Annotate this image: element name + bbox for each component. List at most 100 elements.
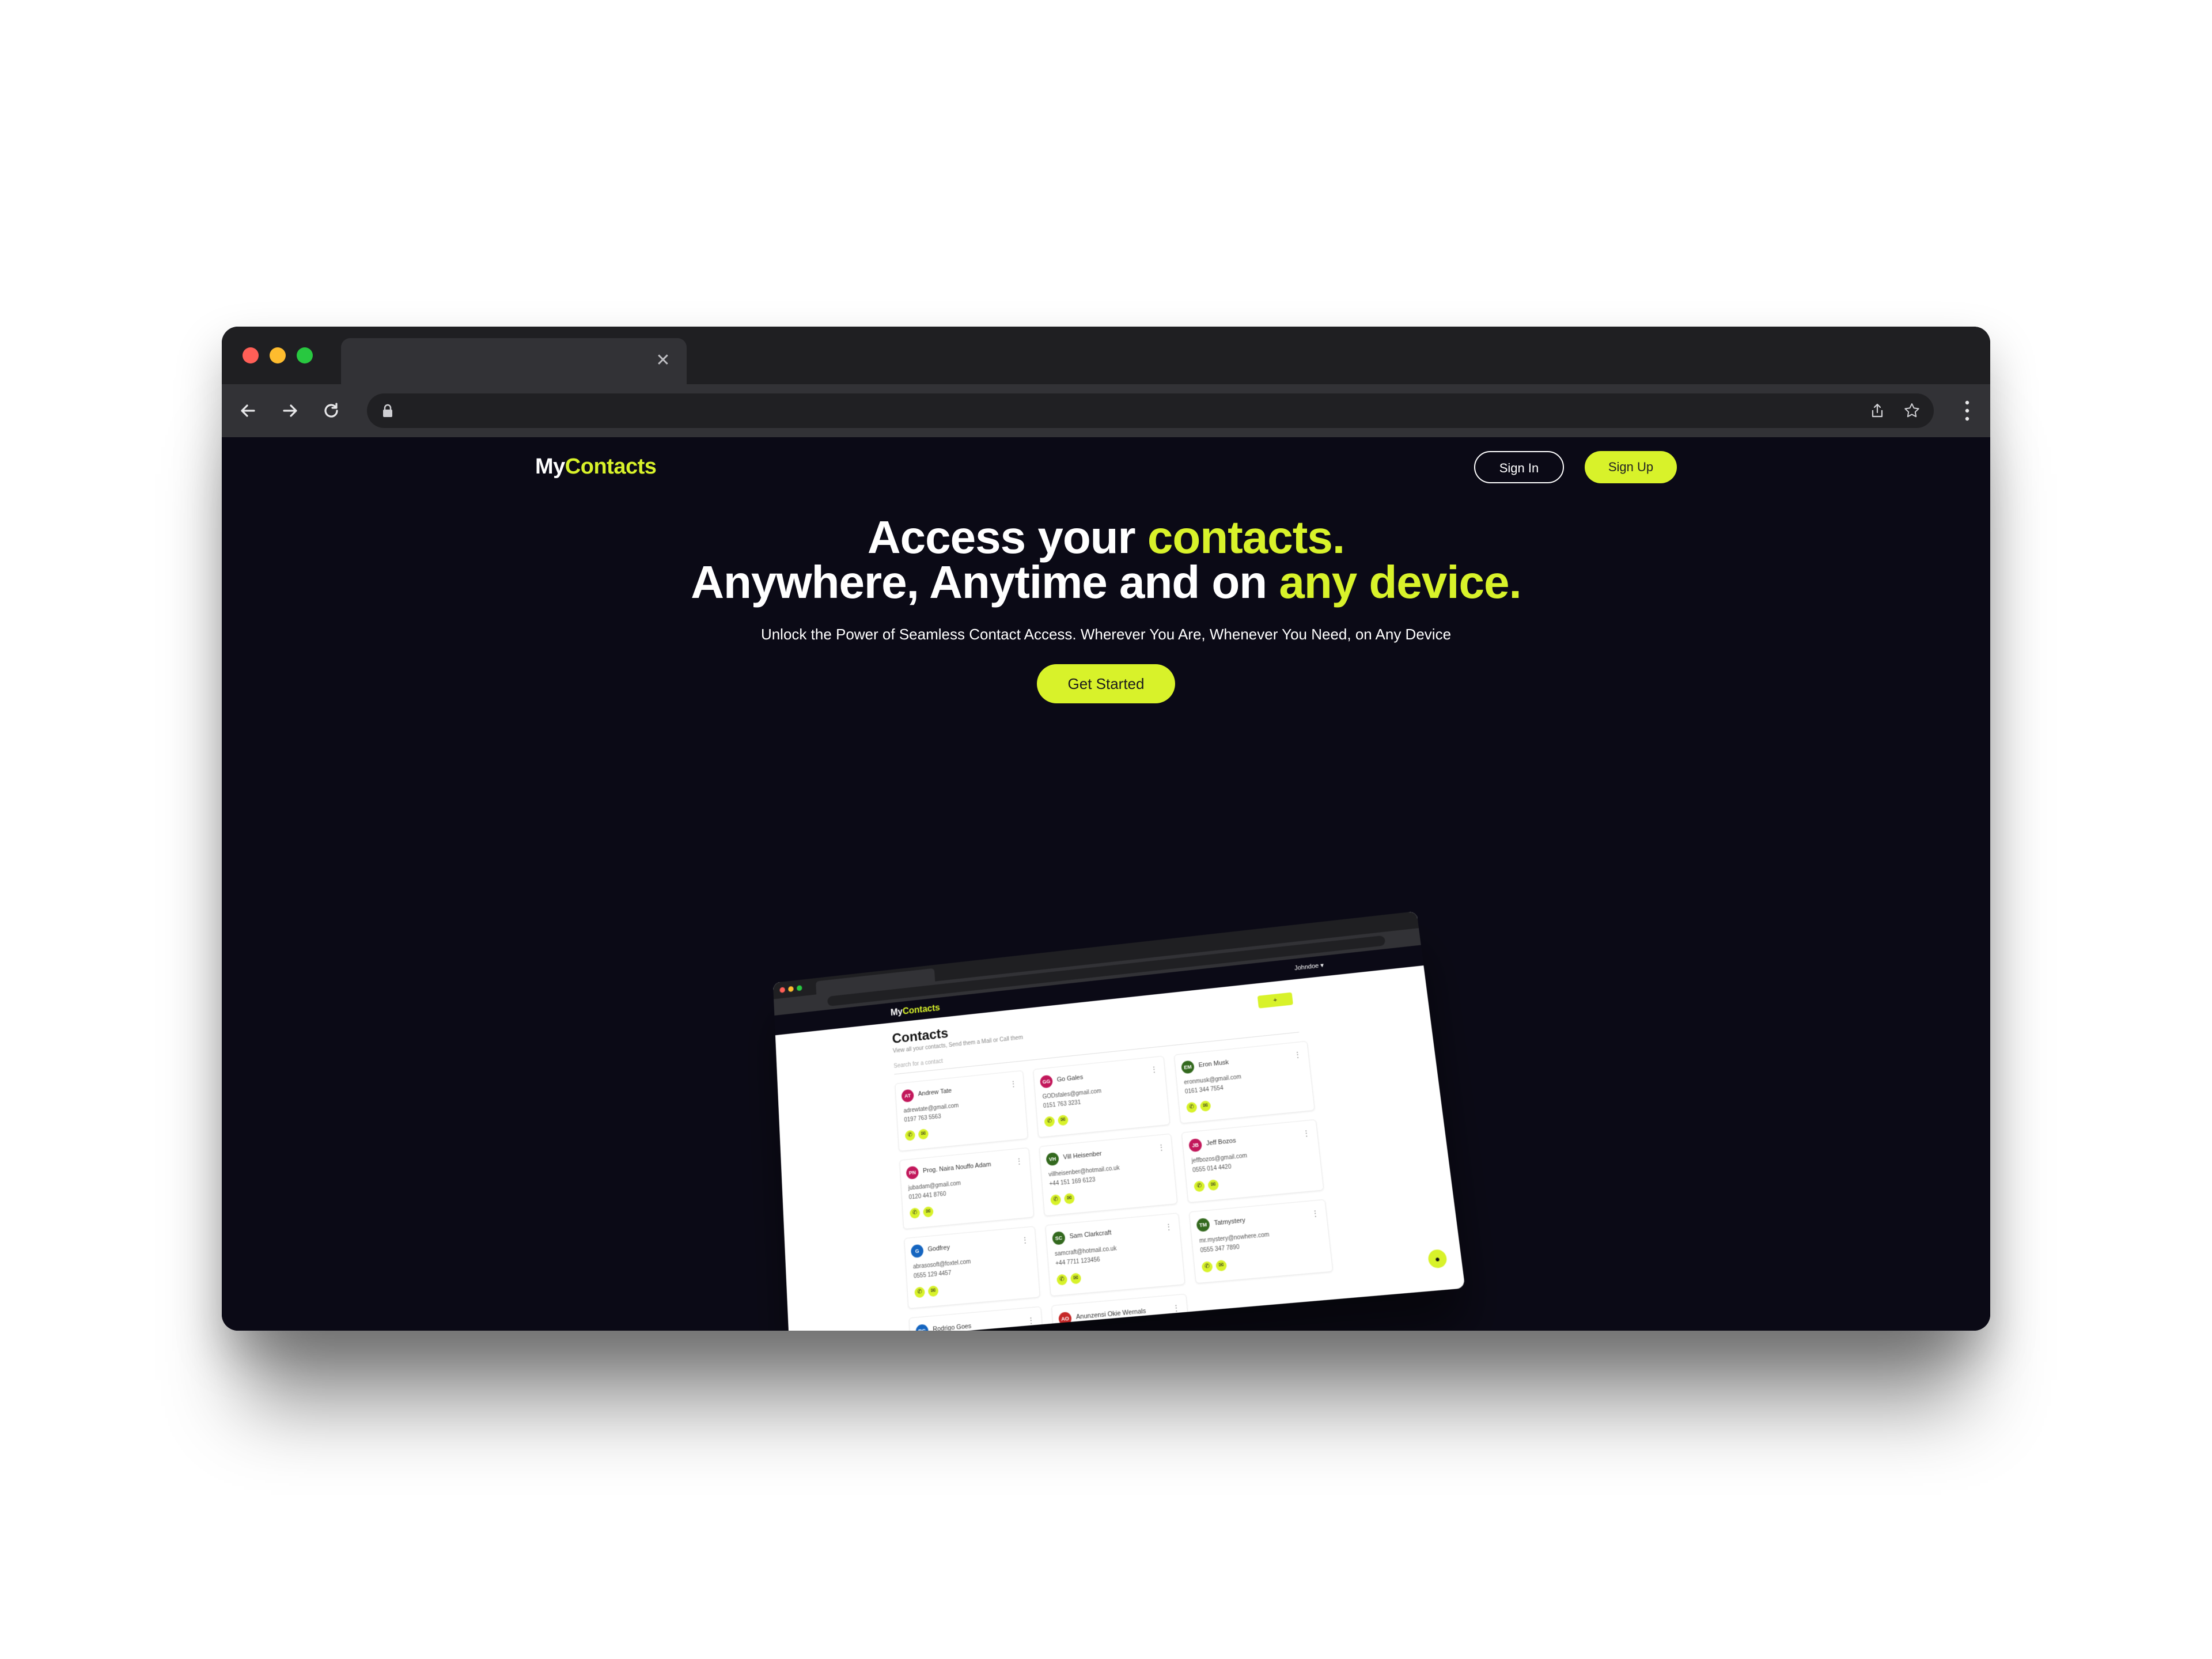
- preview-minimize-dot: [788, 986, 794, 993]
- preview-contact-card: AOAnunzensi Okie Wernals ⋮ okiewernals2019…: [1051, 1293, 1194, 1331]
- contact-name: Godfrey: [927, 1244, 950, 1253]
- avatar: SC: [1052, 1231, 1066, 1245]
- contact-name: Vill Heisenber: [1063, 1150, 1102, 1161]
- mail-icon: ✉: [1199, 1100, 1211, 1112]
- preview-logo-prefix: My: [890, 1007, 903, 1018]
- tab-bar: ✕: [222, 327, 1990, 385]
- contact-name: Jeff Bozos: [1206, 1137, 1237, 1147]
- bookmark-star-icon[interactable]: [1903, 402, 1921, 420]
- mail-icon: ✉: [1057, 1114, 1069, 1126]
- avatar: RG: [915, 1324, 929, 1331]
- preview-close-dot: [779, 987, 786, 993]
- back-arrow-icon[interactable]: [234, 397, 262, 425]
- preview-container: MyContacts Johndoe ▾ Contacts View all y…: [222, 437, 1990, 1331]
- contact-name: Andrew Tate: [918, 1087, 952, 1098]
- browser-tab[interactable]: ✕: [341, 338, 687, 385]
- mail-icon: ✉: [1207, 1179, 1219, 1191]
- kebab-menu-icon: ⋮: [1027, 1316, 1035, 1325]
- preview-fab-icon: ●: [1427, 1248, 1448, 1269]
- address-bar[interactable]: [367, 393, 1934, 428]
- share-icon[interactable]: [1868, 402, 1887, 420]
- avatar: AO: [1058, 1311, 1072, 1326]
- preview-add-button: +: [1257, 992, 1293, 1009]
- preview-contact-card: G Godfrey ⋮ abrasosoft@foxtel.com 0555 129 4…: [904, 1226, 1040, 1309]
- avatar: GG: [1039, 1074, 1054, 1089]
- preview-logo: MyContacts: [891, 1003, 941, 1018]
- contact-name: Go Gales: [1056, 1074, 1084, 1084]
- kebab-menu-icon: ⋮: [1021, 1235, 1029, 1245]
- preview-contact-card: PN Prog. Naira Nouffo Adam ⋮ jubadam@gmail.…: [899, 1147, 1035, 1230]
- contact-name: Eron Musk: [1198, 1059, 1229, 1069]
- maximize-window-dot[interactable]: [297, 347, 313, 363]
- contact-phone: 0120 441 8760: [908, 1191, 946, 1201]
- preview-logo-accent: Contacts: [902, 1003, 941, 1017]
- phone-icon: ✆: [1185, 1101, 1198, 1113]
- contact-email: jeffbozos@gmail.com: [1191, 1153, 1248, 1165]
- preview-contact-card: SC Sam Clarkcraft ⋮ samcraft@hotmail.co.uk +…: [1045, 1213, 1185, 1297]
- phone-icon: ✆: [1050, 1194, 1062, 1206]
- avatar: TM: [1196, 1218, 1210, 1232]
- contact-email: okiewernals2019@gmail.com: [1061, 1325, 1138, 1331]
- kebab-menu-icon[interactable]: [1960, 398, 1974, 423]
- contact-email: abrasosoft@foxtel.com: [912, 1258, 971, 1271]
- contact-phone: 0161 344 7554: [1184, 1085, 1224, 1096]
- contact-email: villheisenber@hotmail.co.uk: [1048, 1165, 1120, 1179]
- phone-icon: ✆: [1044, 1116, 1055, 1127]
- preview-maximize-dot: [796, 985, 802, 991]
- contact-phone: 0555 129 4457: [913, 1270, 952, 1280]
- reload-icon[interactable]: [317, 397, 345, 425]
- preview-contact-card: JB Jeff Bozos ⋮ jeffbozos@gmail.com 0555 014…: [1181, 1119, 1324, 1203]
- kebab-menu-icon: ⋮: [1150, 1065, 1158, 1074]
- contact-name: Rodrigo Goes: [932, 1323, 972, 1331]
- mail-icon: ✉: [1215, 1259, 1228, 1272]
- preview-contact-card: GG Go Gales ⋮ GODsfales@gmail.com 0151 763 3…: [1033, 1055, 1171, 1138]
- preview-contact-card: RGRodrigo Goes⋮rodrigogoes@gmail.com✆✉: [908, 1306, 1047, 1331]
- contact-email: GODsfales@gmail.com: [1042, 1088, 1102, 1101]
- kebab-menu-icon: ⋮: [1157, 1143, 1165, 1152]
- preview-contact-card: VH Vill Heisenber ⋮ villheisenber@hotmail.c…: [1039, 1133, 1178, 1217]
- contact-name: Sam Clarkcraft: [1069, 1229, 1112, 1240]
- avatar: JB: [1188, 1138, 1203, 1153]
- browser-window: ✕ MyContacts Sign In Sign Up Access your…: [222, 327, 1990, 1331]
- avatar: EM: [1181, 1060, 1195, 1074]
- preview-contact-card: AT Andrew Tate ⋮ adrewtate@gmail.com 0197 76…: [895, 1070, 1028, 1152]
- forward-arrow-icon[interactable]: [276, 397, 304, 425]
- contact-name: Anunzensi Okie Wernals: [1075, 1307, 1146, 1321]
- contact-phone: +44 7711 123456: [1055, 1256, 1101, 1267]
- tab-close-icon[interactable]: ✕: [653, 351, 673, 370]
- phone-icon: ✆: [1201, 1261, 1213, 1273]
- contact-email: jubadam@gmail.com: [908, 1180, 961, 1192]
- preview-contact-card: EM Eron Musk ⋮ eronmusk@gmail.com 0161 344 7…: [1173, 1040, 1315, 1124]
- phone-icon: ✆: [904, 1130, 916, 1141]
- kebab-menu-icon: ⋮: [1172, 1303, 1180, 1313]
- contact-name: Prog. Naira Nouffo Adam: [922, 1161, 991, 1175]
- browser-toolbar: [222, 384, 1990, 437]
- kebab-menu-icon: ⋮: [1009, 1080, 1017, 1089]
- contact-phone: 0555 014 4420: [1192, 1164, 1232, 1174]
- contact-phone: 0197 763 5563: [904, 1113, 941, 1124]
- kebab-menu-icon: ⋮: [1311, 1209, 1320, 1218]
- contact-email: samcraft@hotmail.co.uk: [1054, 1245, 1117, 1258]
- phone-icon: ✆: [909, 1207, 921, 1219]
- contact-name: Tatmystery: [1214, 1217, 1246, 1227]
- page-viewport: MyContacts Sign In Sign Up Access your c…: [222, 437, 1990, 1331]
- contact-email: eronmusk@gmail.com: [1184, 1074, 1242, 1086]
- avatar: VH: [1046, 1152, 1059, 1166]
- mail-icon: ✉: [1063, 1192, 1075, 1205]
- kebab-menu-icon: ⋮: [1293, 1050, 1302, 1059]
- kebab-menu-icon: ⋮: [1015, 1157, 1023, 1166]
- kebab-menu-icon: ⋮: [1302, 1128, 1310, 1138]
- phone-icon: ✆: [914, 1286, 925, 1298]
- app-preview-screenshot: MyContacts Johndoe ▾ Contacts View all y…: [772, 911, 1465, 1331]
- avatar: PN: [906, 1165, 919, 1180]
- close-window-dot[interactable]: [243, 347, 259, 363]
- phone-icon: ✆: [1194, 1180, 1206, 1192]
- mail-icon: ✉: [923, 1206, 934, 1218]
- preview-contact-card: TM Tatmystery ⋮ mr.mystery@nowhere.com 0555 …: [1188, 1199, 1334, 1284]
- minimize-window-dot[interactable]: [270, 347, 286, 363]
- contact-phone: 0151 763 3231: [1043, 1099, 1081, 1110]
- contact-phone: +44 151 169 6123: [1049, 1176, 1096, 1188]
- mail-icon: ✉: [927, 1285, 939, 1297]
- contact-phone: 0555 347 7890: [1200, 1244, 1240, 1255]
- contact-email: mr.mystery@nowhere.com: [1199, 1232, 1270, 1245]
